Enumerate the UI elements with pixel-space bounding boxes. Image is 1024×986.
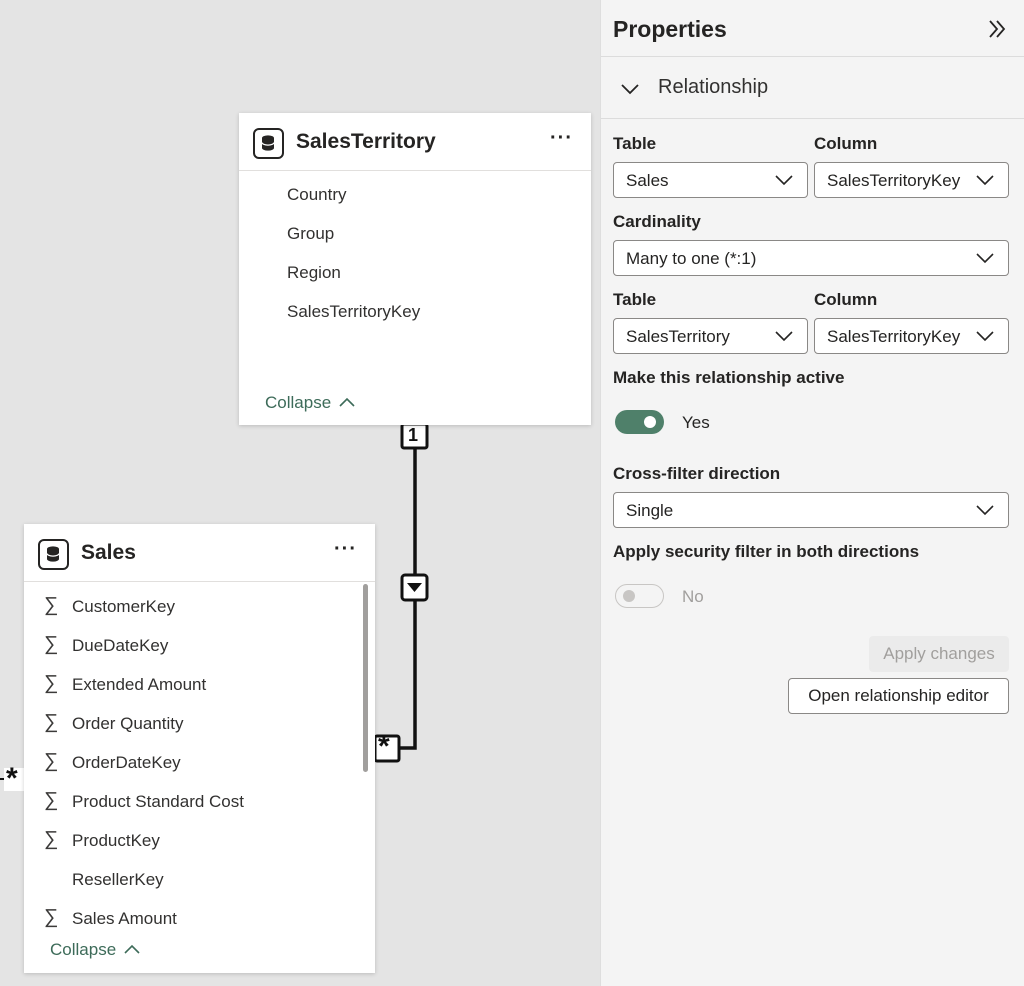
field-name: Region <box>287 263 341 282</box>
cardinality-dropdown[interactable]: Many to one (*:1) <box>613 240 1009 276</box>
field-row[interactable]: ∑ Order Quantity <box>24 704 363 743</box>
chevron-down-icon <box>976 253 994 264</box>
field-row[interactable]: ∑ Extended Amount <box>24 665 363 704</box>
sales-territory-table-card[interactable]: SalesTerritory ··· Country Group Region … <box>239 113 591 425</box>
cardinality-label: Cardinality <box>613 212 701 231</box>
more-options-button[interactable]: ··· <box>334 538 357 561</box>
field-name: ProductKey <box>72 831 160 850</box>
panel-title: Properties <box>613 16 727 42</box>
sigma-icon: ∑ <box>44 828 59 850</box>
security-toggle[interactable] <box>615 584 664 608</box>
apply-changes-button[interactable]: Apply changes <box>869 636 1009 672</box>
security-toggle-value: No <box>682 587 704 606</box>
one-marker-label: 1 <box>408 425 419 445</box>
table2-label: Table <box>613 290 657 309</box>
column2-dropdown[interactable]: SalesTerritoryKey <box>814 318 1009 354</box>
column1-dropdown[interactable]: SalesTerritoryKey <box>814 162 1009 198</box>
dropdown-value: Single <box>626 501 674 520</box>
sigma-icon: ∑ <box>44 789 59 811</box>
chevron-down-icon <box>976 331 994 342</box>
sigma-icon: ∑ <box>44 750 59 772</box>
table1-dropdown[interactable]: Sales <box>613 162 808 198</box>
offscreen-many-marker-label: * <box>6 762 18 795</box>
field-name: CustomerKey <box>72 597 175 616</box>
section-label: Relationship <box>658 76 769 98</box>
field-list-scrollbar[interactable] <box>363 584 368 772</box>
field-name: Extended Amount <box>72 675 207 694</box>
collapse-label: Collapse <box>265 393 332 412</box>
field-row[interactable]: ∑ CustomerKey <box>24 587 363 626</box>
collapse-label: Collapse <box>50 940 117 959</box>
field-row[interactable]: ∑ Sales Amount <box>24 899 363 938</box>
dropdown-value: SalesTerritoryKey <box>827 171 961 190</box>
field-row[interactable]: ∑ ProductKey <box>24 821 363 860</box>
database-table-icon <box>38 539 69 570</box>
sigma-icon: ∑ <box>44 594 59 616</box>
field-name: Country <box>287 185 347 204</box>
column1-label: Column <box>814 134 878 153</box>
active-label: Make this relationship active <box>613 368 845 387</box>
field-row[interactable]: Country <box>239 175 579 214</box>
table-title: Sales <box>81 541 136 564</box>
sigma-icon: ∑ <box>44 711 59 733</box>
chevron-down-icon <box>976 175 994 186</box>
table-header[interactable]: Sales ··· <box>24 524 375 582</box>
more-options-button[interactable]: ··· <box>550 127 573 150</box>
field-name: Group <box>287 224 335 243</box>
table1-label: Table <box>613 134 657 153</box>
crossfilter-label: Cross-filter direction <box>613 464 781 483</box>
security-label: Apply security filter in both directions <box>613 542 920 561</box>
dropdown-value: SalesTerritoryKey <box>827 327 961 346</box>
properties-panel: Properties Relationship Table Column Sal… <box>600 0 1024 986</box>
field-name: Sales Amount <box>72 909 177 928</box>
field-name: DueDateKey <box>72 636 169 655</box>
chevron-down-icon <box>976 505 994 516</box>
double-chevron-right-icon[interactable] <box>986 18 1008 40</box>
active-toggle-value: Yes <box>682 413 710 432</box>
field-name: Product Standard Cost <box>72 792 244 811</box>
table-title: SalesTerritory <box>296 130 436 153</box>
toggle-knob <box>644 416 656 428</box>
chevron-down-icon <box>621 84 639 95</box>
field-name: ResellerKey <box>72 870 164 889</box>
table2-dropdown[interactable]: SalesTerritory <box>613 318 808 354</box>
field-name: OrderDateKey <box>72 753 181 772</box>
field-row[interactable]: Group <box>239 214 579 253</box>
dropdown-value: Many to one (*:1) <box>626 249 757 268</box>
many-marker-label: * <box>378 730 390 763</box>
chevron-down-icon <box>775 175 793 186</box>
field-name: Order Quantity <box>72 714 184 733</box>
toggle-knob <box>623 590 635 602</box>
chevron-up-icon <box>339 397 355 407</box>
section-divider <box>601 118 1024 119</box>
sales-table-card[interactable]: Sales ··· ∑ CustomerKey ∑ DueDateKey ∑ E… <box>24 524 375 973</box>
table-header[interactable]: SalesTerritory ··· <box>239 113 591 171</box>
dropdown-value: Sales <box>626 171 669 190</box>
active-toggle[interactable] <box>615 410 664 434</box>
collapse-link[interactable]: Collapse <box>265 393 356 413</box>
field-row[interactable]: ∑ Product Standard Cost <box>24 782 363 821</box>
field-name: SalesTerritoryKey <box>287 302 421 321</box>
field-row[interactable]: SalesTerritoryKey <box>239 292 579 331</box>
database-table-icon <box>253 128 284 159</box>
crossfilter-dropdown[interactable]: Single <box>613 492 1009 528</box>
field-row[interactable]: ∑ DueDateKey <box>24 626 363 665</box>
sigma-icon: ∑ <box>44 906 59 928</box>
panel-divider <box>601 56 1024 57</box>
column2-label: Column <box>814 290 878 309</box>
sigma-icon: ∑ <box>44 672 59 694</box>
field-row[interactable]: ResellerKey <box>24 860 363 899</box>
open-relationship-editor-button[interactable]: Open relationship editor <box>788 678 1009 714</box>
chevron-up-icon <box>124 944 140 954</box>
field-row[interactable]: ∑ OrderDateKey <box>24 743 363 782</box>
sigma-icon: ∑ <box>44 633 59 655</box>
dropdown-value: SalesTerritory <box>626 327 730 346</box>
field-row[interactable]: Region <box>239 253 579 292</box>
chevron-down-icon <box>775 331 793 342</box>
collapse-link[interactable]: Collapse <box>50 940 141 960</box>
crossfilter-arrow-icon <box>400 573 429 602</box>
model-canvas[interactable]: 1 * * SalesTerritory ··· Country Group R… <box>0 0 600 986</box>
